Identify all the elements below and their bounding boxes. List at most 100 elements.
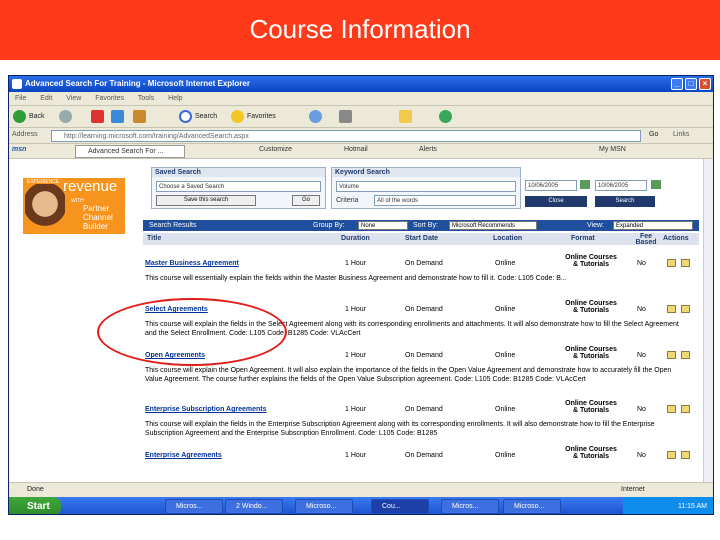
add-to-plan-icon[interactable] (667, 351, 676, 359)
edit-icon[interactable] (681, 351, 690, 359)
taskbar-task[interactable]: Micros... (165, 499, 223, 514)
menu-bar: File Edit View Favorites Tools Help (9, 92, 713, 106)
start-date-cell: On Demand (405, 306, 443, 313)
format-cell: Online Courses & Tutorials (565, 254, 617, 268)
folder-button[interactable] (399, 109, 415, 125)
vertical-scrollbar[interactable] (703, 159, 713, 482)
messenger-button[interactable] (439, 109, 455, 125)
menu-view[interactable]: View (66, 95, 81, 102)
location-cell: Online (495, 406, 516, 413)
location-cell: Online (495, 452, 516, 459)
saved-search-header: Saved Search (152, 168, 325, 177)
search-submit-button[interactable]: Search (595, 196, 655, 207)
course-title-link[interactable]: Master Business Agreement (145, 260, 239, 267)
messenger-icon (439, 109, 452, 123)
col-title[interactable]: Title (147, 233, 161, 245)
results-column-header: Title Duration Start Date Location Forma… (143, 233, 699, 246)
calendar-icon[interactable] (580, 180, 590, 189)
taskbar-task[interactable]: Micros... (441, 499, 499, 514)
course-title-link[interactable]: Enterprise Agreements (145, 452, 222, 459)
col-fee-based[interactable]: Fee Based (631, 233, 661, 246)
msn-toolbar: msn Advanced Search For ... Customize Ho… (9, 144, 713, 159)
col-duration[interactable]: Duration (341, 233, 370, 245)
menu-tools[interactable]: Tools (138, 95, 154, 102)
msn-customize[interactable]: Customize (259, 146, 292, 153)
duration-cell: 1 Hour (345, 352, 367, 359)
location-cell: Online (495, 352, 516, 359)
date-from-input[interactable]: 10/06/2005 (525, 180, 577, 191)
browser-tab[interactable]: Advanced Search For ... (75, 145, 185, 158)
media-button[interactable] (309, 109, 325, 125)
back-button[interactable]: Back (13, 109, 45, 125)
col-location[interactable]: Location (493, 233, 522, 245)
table-row: Master Business Agreement 1 Hour On Demand… (143, 254, 699, 298)
add-to-plan-icon[interactable] (667, 451, 676, 459)
save-search-button[interactable]: Save this search (156, 195, 256, 206)
saved-search-select[interactable]: Choose a Saved Search (156, 181, 321, 192)
home-button[interactable] (133, 109, 149, 125)
search-button[interactable]: Search (179, 109, 217, 125)
menu-edit[interactable]: Edit (40, 95, 52, 102)
promo-line: Builder (83, 222, 108, 231)
taskbar-task[interactable]: Cou... (371, 499, 429, 514)
refresh-button[interactable] (111, 109, 127, 125)
start-button[interactable]: Start (9, 497, 61, 514)
keyword-input[interactable]: Volume (336, 181, 516, 192)
edit-icon[interactable] (681, 259, 690, 267)
add-to-plan-icon[interactable] (667, 305, 676, 313)
course-title-link[interactable]: Enterprise Subscription Agreements (145, 406, 267, 413)
sort-by-select[interactable]: Microsoft Recommends (449, 221, 537, 230)
menu-file[interactable]: File (15, 95, 26, 102)
saved-search-go-button[interactable]: Go (292, 195, 320, 206)
col-format[interactable]: Format (571, 233, 595, 245)
edit-icon[interactable] (681, 451, 690, 459)
system-tray: 11:15 AM (623, 497, 713, 514)
taskbar-task[interactable]: 2 Windo... (225, 499, 283, 514)
address-input[interactable]: http://learning.microsoft.com/training/A… (51, 130, 641, 142)
add-to-plan-icon[interactable] (667, 259, 676, 267)
date-to-input[interactable]: 10/06/2005 (595, 180, 647, 191)
forward-arrow-icon (59, 109, 72, 123)
taskbar-task[interactable]: Microso... (503, 499, 561, 514)
address-bar: Address http://learning.microsoft.com/tr… (9, 128, 713, 144)
minimize-icon[interactable]: _ (671, 78, 683, 90)
refresh-icon (111, 109, 124, 123)
fee-based-cell: No (637, 260, 646, 267)
media-icon (309, 109, 322, 123)
slide: Course Information Advanced Search For T… (0, 0, 720, 540)
view-select[interactable]: Expanded (613, 221, 693, 230)
links-label[interactable]: Links (673, 131, 689, 138)
menu-favorites[interactable]: Favorites (95, 95, 124, 102)
menu-help[interactable]: Help (168, 95, 182, 102)
slide-header: Course Information (0, 0, 720, 60)
ie-icon (12, 79, 22, 89)
criteria-select[interactable]: All of the words (374, 195, 516, 206)
col-actions[interactable]: Actions (663, 233, 689, 245)
calendar-icon[interactable] (651, 180, 661, 189)
msn-alerts[interactable]: Alerts (419, 146, 437, 153)
format-cell: Online Courses & Tutorials (565, 446, 617, 460)
taskbar-task[interactable]: Microso... (295, 499, 353, 514)
edit-icon[interactable] (681, 305, 690, 313)
revenue-promo-banner[interactable]: EXPERIENCE revenue WITH Partner Channel Bu… (23, 178, 125, 234)
col-start-date[interactable]: Start Date (405, 233, 438, 245)
msn-my-msn[interactable]: My MSN (599, 146, 626, 153)
edit-icon[interactable] (681, 405, 690, 413)
favorites-button[interactable]: Favorites (231, 109, 276, 125)
promo-line: Channel (83, 213, 113, 222)
go-button[interactable]: Go (649, 131, 658, 138)
msn-hotmail[interactable]: Hotmail (344, 146, 368, 153)
add-to-plan-icon[interactable] (667, 405, 676, 413)
close-icon[interactable]: × (699, 78, 711, 90)
forward-button[interactable] (59, 109, 75, 125)
print-button[interactable] (339, 109, 355, 125)
close-button[interactable]: Close (525, 196, 587, 207)
group-by-select[interactable]: None (358, 221, 408, 230)
criteria-label: Criteria (336, 197, 359, 204)
keyword-search-panel: Keyword Search Volume Criteria All of th… (331, 167, 521, 209)
zone-label: Internet (621, 486, 645, 493)
star-icon (231, 109, 244, 123)
maximize-icon[interactable]: □ (685, 78, 697, 90)
start-date-cell: On Demand (405, 352, 443, 359)
stop-button[interactable] (91, 109, 107, 125)
